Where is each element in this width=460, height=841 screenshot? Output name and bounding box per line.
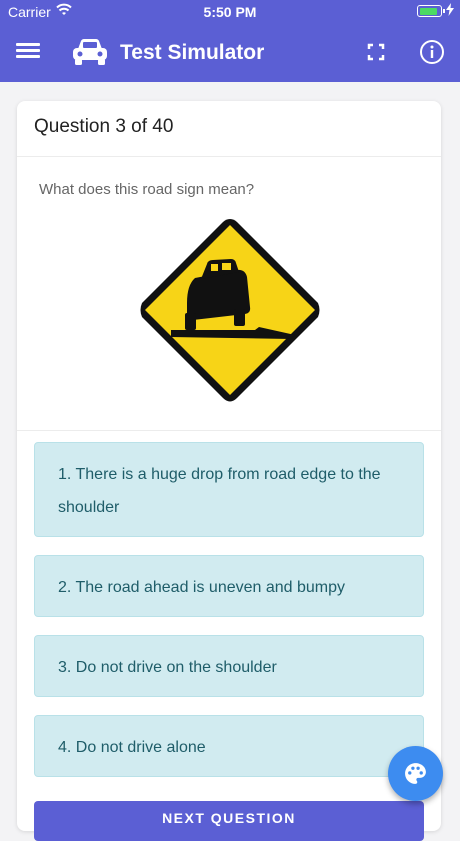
charging-bolt-icon <box>446 3 454 16</box>
app-title: Test Simulator <box>120 41 265 64</box>
info-button[interactable] <box>419 39 445 65</box>
answer-option-1[interactable]: 1. There is a huge drop from road edge t… <box>34 442 424 537</box>
palette-icon <box>405 763 426 784</box>
status-bar: Carrier 5:50 PM <box>0 0 460 24</box>
info-icon <box>420 40 444 64</box>
app-bar: Test Simulator <box>0 24 460 82</box>
answer-option-2[interactable]: 2. The road ahead is uneven and bumpy <box>34 555 424 617</box>
question-text: What does this road sign mean? <box>39 181 255 198</box>
theme-fab-button[interactable] <box>388 746 443 801</box>
car-icon <box>73 39 107 65</box>
question-header: Question 3 of 40 <box>17 101 441 157</box>
question-card: Question 3 of 40 What does this road sig… <box>17 101 441 841</box>
battery-fill <box>419 7 437 15</box>
answer-option-3[interactable]: 3. Do not drive on the shoulder <box>34 635 424 697</box>
road-sign-image <box>140 219 320 402</box>
menu-icon <box>16 43 40 58</box>
divider <box>17 430 441 431</box>
answer-option-4[interactable]: 4. Do not drive alone <box>34 715 424 777</box>
fullscreen-button[interactable] <box>364 40 388 64</box>
status-time: 5:50 PM <box>203 4 257 20</box>
fullscreen-icon <box>367 43 385 61</box>
battery-icon <box>417 5 445 17</box>
next-question-button[interactable]: NEXT QUESTION <box>34 801 424 841</box>
menu-button[interactable] <box>16 40 40 64</box>
